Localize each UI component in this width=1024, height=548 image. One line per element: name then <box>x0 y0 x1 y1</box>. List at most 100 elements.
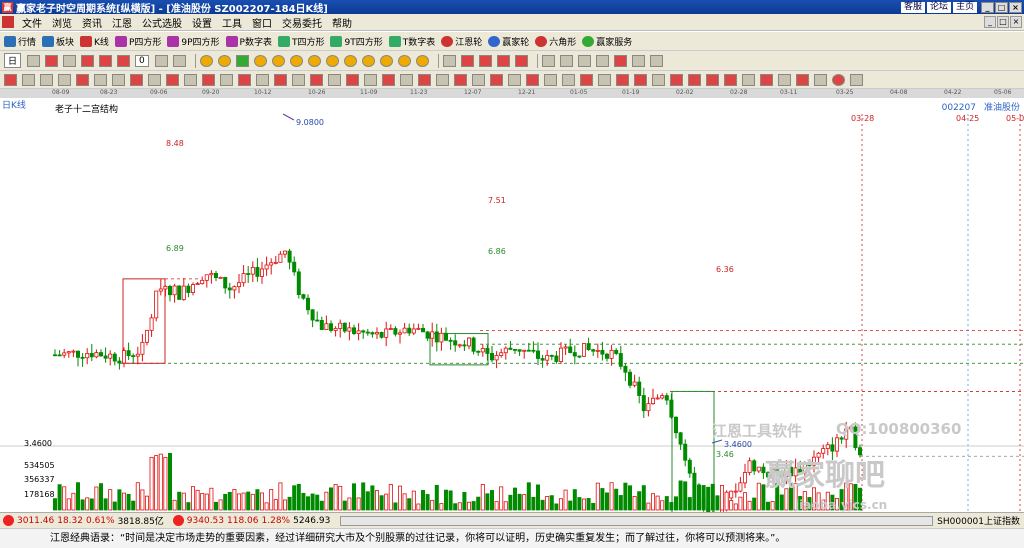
draw-36-icon[interactable] <box>652 73 665 86</box>
draw-22-icon[interactable] <box>400 73 413 86</box>
draw-9-icon[interactable] <box>166 73 179 86</box>
draw-4-icon[interactable] <box>76 73 89 86</box>
menu-settings[interactable]: 设置 <box>187 15 217 30</box>
draw-15-icon[interactable] <box>274 73 287 86</box>
table-6-icon[interactable] <box>631 54 645 67</box>
tool-sector[interactable]: 板块 <box>42 35 74 48</box>
tool-t-table[interactable]: T数字表 <box>388 35 435 48</box>
draw-2-icon[interactable] <box>40 73 53 86</box>
table-5-icon[interactable] <box>613 54 627 67</box>
draw-12-icon[interactable] <box>220 73 233 86</box>
draw-39-icon[interactable] <box>706 73 719 86</box>
draw-32-icon[interactable] <box>580 73 593 86</box>
menu-file[interactable]: 文件 <box>17 15 47 30</box>
draw-5-icon[interactable] <box>94 73 107 86</box>
draw-16-icon[interactable] <box>292 73 305 86</box>
index-sz[interactable]: 9340.53 118.06 1.28% 5246.93 <box>172 515 330 526</box>
menu-help[interactable]: 帮助 <box>327 15 357 30</box>
diamond-6-icon[interactable] <box>361 54 375 67</box>
draw-11-icon[interactable] <box>202 73 215 86</box>
table-1-icon[interactable] <box>541 54 555 67</box>
diamond-1-icon[interactable] <box>271 54 285 67</box>
draw-40-icon[interactable] <box>724 73 737 86</box>
draw-34-icon[interactable] <box>616 73 629 86</box>
bar-icon[interactable] <box>63 54 77 67</box>
menu-info[interactable]: 资讯 <box>77 15 107 30</box>
draw-35-icon[interactable] <box>634 73 647 86</box>
link-forum[interactable]: 论坛 <box>926 1 951 13</box>
draw-18-icon[interactable] <box>328 73 341 86</box>
play-icon[interactable] <box>235 54 249 67</box>
cycle-icon[interactable] <box>514 54 528 67</box>
mdi-close-button[interactable]: × <box>1010 16 1022 28</box>
draw-26-icon[interactable] <box>472 73 485 86</box>
draw-38-icon[interactable] <box>688 73 701 86</box>
draw-33-icon[interactable] <box>598 73 611 86</box>
line-icon[interactable] <box>99 54 113 67</box>
menu-tools[interactable]: 工具 <box>217 15 247 30</box>
menu-window[interactable]: 窗口 <box>247 15 277 30</box>
draw-10-icon[interactable] <box>184 73 197 86</box>
menu-browse[interactable]: 浏览 <box>47 15 77 30</box>
diamond-5-icon[interactable] <box>343 54 357 67</box>
draw-28-icon[interactable] <box>508 73 521 86</box>
diamond-9-icon[interactable] <box>415 54 429 67</box>
menu-gann[interactable]: 江恩 <box>107 15 137 30</box>
tool-gann-wheel[interactable]: 江恩轮 <box>441 35 482 48</box>
mdi-minimize-button[interactable]: _ <box>984 16 996 28</box>
draw-42-icon[interactable] <box>760 73 773 86</box>
draw-46-icon[interactable] <box>832 73 845 86</box>
menu-trade[interactable]: 交易委托 <box>277 15 327 30</box>
tool-service[interactable]: 赢家服务 <box>582 35 632 48</box>
tool-quotes[interactable]: 行情 <box>4 35 36 48</box>
vline-icon[interactable] <box>117 54 131 67</box>
draw-3-icon[interactable] <box>58 73 71 86</box>
tool-9p-square[interactable]: 9P四方形 <box>167 35 220 48</box>
diamond-4-icon[interactable] <box>325 54 339 67</box>
tool-winner-wheel[interactable]: 赢家轮 <box>488 35 529 48</box>
hand-icon[interactable] <box>442 54 456 67</box>
tool-p-table[interactable]: P数字表 <box>225 35 272 48</box>
draw-24-icon[interactable] <box>436 73 449 86</box>
menu-formula[interactable]: 公式选股 <box>137 15 187 30</box>
table-2-icon[interactable] <box>559 54 573 67</box>
draw-14-icon[interactable] <box>256 73 269 86</box>
draw-37-icon[interactable] <box>670 73 683 86</box>
draw-8-icon[interactable] <box>148 73 161 86</box>
close-button[interactable]: × <box>1009 1 1022 13</box>
draw-27-icon[interactable] <box>490 73 503 86</box>
draw-23-icon[interactable] <box>418 73 431 86</box>
diamond-2-icon[interactable] <box>289 54 303 67</box>
horizontal-scrollbar[interactable] <box>340 515 934 526</box>
diamond-7-icon[interactable] <box>379 54 393 67</box>
hline-icon[interactable] <box>154 54 168 67</box>
tool-hexagon[interactable]: 六角形 <box>535 35 576 48</box>
draw-30-icon[interactable] <box>544 73 557 86</box>
minimize-button[interactable]: _ <box>981 1 994 13</box>
mdi-restore-button[interactable]: □ <box>997 16 1009 28</box>
draw-25-icon[interactable] <box>454 73 467 86</box>
diamond-3-icon[interactable] <box>307 54 321 67</box>
tool-p-square[interactable]: P四方形 <box>114 35 161 48</box>
chart-type-icon[interactable] <box>27 54 41 67</box>
draw-19-icon[interactable] <box>346 73 359 86</box>
play-first-icon[interactable] <box>199 54 213 67</box>
draw-7-icon[interactable] <box>130 73 143 86</box>
first-icon[interactable] <box>172 54 186 67</box>
maximize-button[interactable]: □ <box>995 1 1008 13</box>
play-prev-icon[interactable] <box>217 54 231 67</box>
table-3-icon[interactable] <box>577 54 591 67</box>
draw-44-icon[interactable] <box>796 73 809 86</box>
up-arrow-icon[interactable] <box>81 54 95 67</box>
table-7-icon[interactable] <box>649 54 663 67</box>
draw-43-icon[interactable] <box>778 73 791 86</box>
pen-icon[interactable] <box>4 73 17 86</box>
arc-icon[interactable] <box>496 54 510 67</box>
tool-9t-square[interactable]: 9T四方形 <box>330 35 383 48</box>
tool-t-square[interactable]: T四方形 <box>277 35 324 48</box>
num-combo[interactable]: 0 <box>135 54 149 67</box>
tool-kline[interactable]: K线 <box>80 35 109 48</box>
draw-29-icon[interactable] <box>526 73 539 86</box>
draw-20-icon[interactable] <box>364 73 377 86</box>
link-home[interactable]: 主页 <box>952 1 977 13</box>
